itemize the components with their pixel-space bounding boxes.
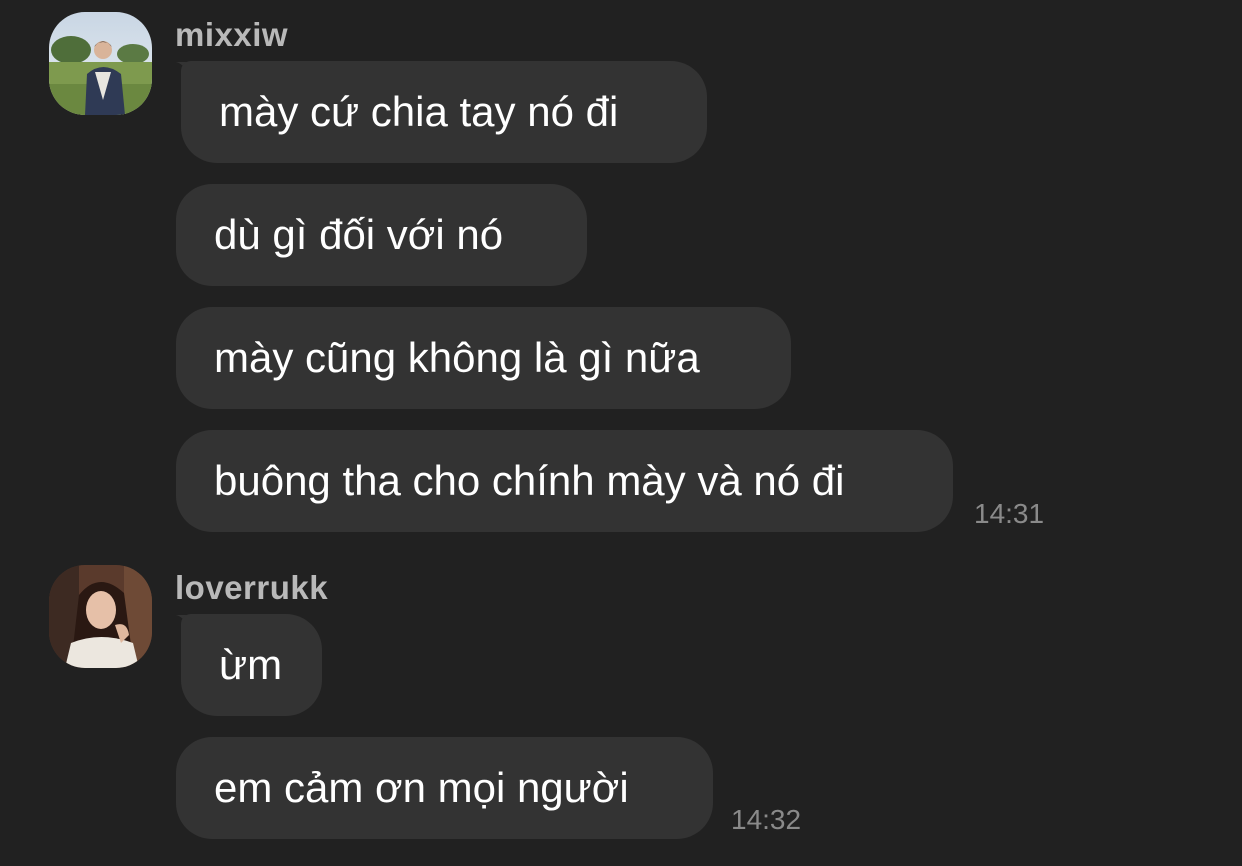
message-bubble[interactable]: dù gì đối với nó [176,184,587,286]
message-bubble[interactable]: buông tha cho chính mày và nó đi [176,430,953,532]
message-text: ừm [219,641,283,688]
user-avatar-icon [49,565,152,668]
user-avatar-icon [49,12,152,115]
avatar-loverrukk[interactable] [49,565,152,668]
message-bubble[interactable]: mày cứ chia tay nó đi [181,61,707,163]
message-bubble[interactable]: ừm [181,614,322,716]
message-text: dù gì đối với nó [214,211,504,258]
message-text: buông tha cho chính mày và nó đi [214,457,845,504]
sender-name: loverrukk [175,569,329,606]
message-text: em cảm ơn mọi người [214,764,629,811]
message-timestamp: 14:31 [974,498,1045,529]
message-timestamp: 14:32 [731,804,802,835]
message-text: mày cứ chia tay nó đi [219,88,619,135]
message-bubble[interactable]: mày cũng không là gì nữa [176,307,791,409]
sender-name: mixxiw [175,16,289,53]
message-text: mày cũng không là gì nữa [214,334,700,381]
avatar-mixxiw[interactable] [49,12,152,115]
message-bubble[interactable]: em cảm ơn mọi người [176,737,713,839]
